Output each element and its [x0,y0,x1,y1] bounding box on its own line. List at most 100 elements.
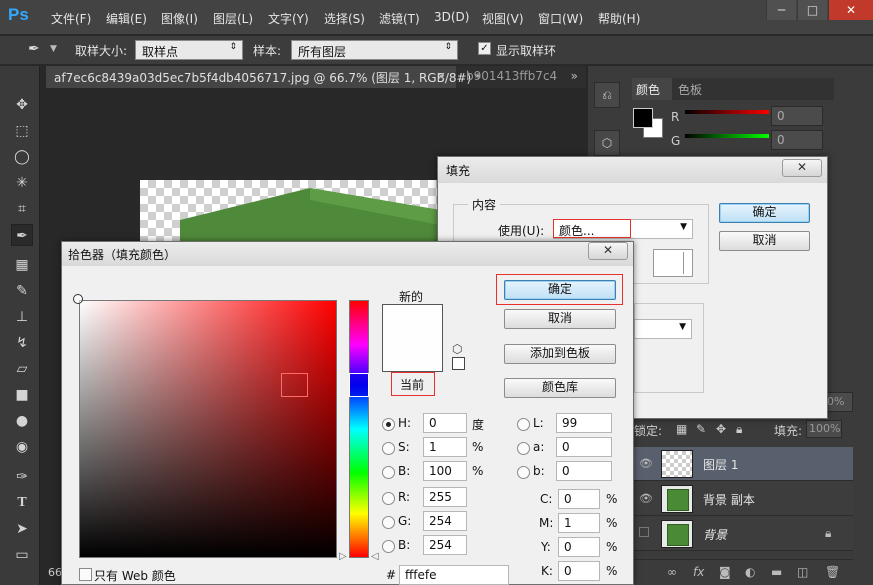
fill-ok-button[interactable]: 确定 [719,203,810,223]
saturation-input[interactable]: 1 [423,437,467,457]
black-input[interactable]: 0 [558,561,600,581]
shape-tool-icon[interactable]: ▭ [11,544,33,566]
eraser-tool-icon[interactable]: ▱ [11,358,33,380]
close-window-button[interactable]: ✕ [828,0,873,20]
sample-select[interactable]: 所有图层 ⇕ [291,40,458,60]
eyedropper-tool-icon[interactable]: ✒ [11,224,33,246]
hex-input[interactable]: fffefe [399,565,509,585]
trash-icon[interactable]: 🗑︎ [825,565,840,579]
slider-g[interactable] [685,134,769,138]
radio-lab-b[interactable] [517,466,530,479]
radio-lab-a[interactable] [517,442,530,455]
fill-cancel-button[interactable]: 取消 [719,231,810,251]
show-ring-checkbox[interactable]: ✓ [478,42,491,55]
sample-size-select[interactable]: 取样点 ⇕ [135,40,243,60]
lock-position-icon[interactable]: ✥ [716,422,726,436]
brush-tool-icon[interactable]: ✎ [11,280,33,302]
maximize-button[interactable]: □ [797,0,827,20]
group-icon[interactable]: ▬ [771,565,782,579]
cyan-input[interactable]: 0 [558,489,600,509]
hue-slider-right-arrow-icon[interactable]: ◁ [371,551,379,562]
foreground-color-swatch[interactable] [633,108,653,128]
color-libraries-button[interactable]: 颜色库 [504,378,616,398]
green-input[interactable]: 254 [423,511,467,531]
fx-icon[interactable]: fx [693,565,704,579]
tab-active-document[interactable]: af7ec6c8439a03d5ec7b5f4db4056717.jpg @ 6… [46,66,481,88]
blue-input[interactable]: 254 [423,535,467,555]
color-field-cursor[interactable] [73,294,83,304]
tab-swatches[interactable]: 色板 [674,78,714,100]
radio-hue[interactable] [382,418,395,431]
radio-lightness[interactable] [517,418,530,431]
adjustment-icon[interactable]: ◐ [745,565,755,579]
menu-image[interactable]: 图像(I) [161,10,198,27]
layer-row[interactable]: 👁︎ 背景 副本 [633,482,853,516]
stamp-tool-icon[interactable]: ⊥ [11,306,33,328]
radio-red[interactable] [382,492,395,505]
lab-b-input[interactable]: 0 [556,461,612,481]
type-tool-icon[interactable]: T [11,492,33,514]
blur-tool-icon[interactable]: ● [11,410,33,432]
web-only-checkbox[interactable] [79,568,92,581]
eye-icon[interactable]: 👁︎ [639,492,653,505]
eye-icon[interactable]: 👁︎ [639,457,653,470]
tab-second-document[interactable]: b901413ffb7c4 » [458,66,586,88]
minimize-button[interactable]: ─ [766,0,796,20]
menu-3d[interactable]: 3D(D) [434,10,469,24]
menu-view[interactable]: 视图(V) [482,10,524,27]
history-brush-icon[interactable]: ↯ [11,332,33,354]
lasso-tool-icon[interactable]: ◯ [11,146,33,168]
radio-saturation[interactable] [382,442,395,455]
brightness-input[interactable]: 100 [423,461,467,481]
gradient-tool-icon[interactable]: ■ [11,384,33,406]
layer-row[interactable]: 👁︎ 图层 1 [633,447,853,481]
color-field[interactable] [79,300,337,558]
lock-all-icon[interactable]: 🔒︎ [736,422,742,437]
red-input[interactable]: 255 [423,487,467,507]
web-safe-swatch[interactable] [452,357,465,370]
menu-help[interactable]: 帮助(H) [598,10,640,27]
radio-blue[interactable] [382,540,395,553]
history-panel-icon[interactable]: ⎌ [594,82,620,108]
path-select-tool-icon[interactable]: ➤ [11,518,33,540]
channel-g-value[interactable]: 0 [771,130,823,150]
menu-type[interactable]: 文字(Y) [268,10,309,27]
lock-paint-icon[interactable]: ✎ [696,422,706,436]
radio-green[interactable] [382,516,395,529]
custom-pattern-swatch[interactable] [653,249,693,277]
magic-wand-tool-icon[interactable]: ✳ [11,172,33,194]
lab-a-input[interactable]: 0 [556,437,612,457]
new-layer-icon[interactable]: ◫ [797,565,808,579]
visibility-toggle[interactable] [639,527,649,537]
hue-slider[interactable] [349,300,369,558]
menu-edit[interactable]: 编辑(E) [106,10,147,27]
3d-panel-icon[interactable]: ⬡ [594,130,620,156]
pen-tool-icon[interactable]: ✑ [11,466,33,488]
menu-window[interactable]: 窗口(W) [538,10,583,27]
yellow-input[interactable]: 0 [558,537,600,557]
lightness-input[interactable]: 99 [556,413,612,433]
close-icon[interactable]: ✕ [782,159,822,177]
layer-row[interactable]: 背景 🔒︎ [633,517,853,551]
move-tool-icon[interactable]: ✥ [11,94,33,116]
menu-file[interactable]: 文件(F) [51,10,91,27]
marquee-tool-icon[interactable]: ⬚ [11,120,33,142]
healing-tool-icon[interactable]: ▦ [11,254,33,276]
close-icon[interactable]: ✕ [588,242,628,260]
hue-slider-left-arrow-icon[interactable]: ▷ [339,551,347,562]
slider-r[interactable] [685,110,769,114]
magenta-input[interactable]: 1 [558,513,600,533]
add-to-swatches-button[interactable]: 添加到色板 [504,344,616,364]
tab-color[interactable]: 颜色 [632,78,672,100]
picker-cancel-button[interactable]: 取消 [504,309,616,329]
fill-value[interactable]: 100% [806,420,842,438]
lock-transparency-icon[interactable]: ▦ [676,422,687,436]
chevron-down-icon[interactable]: ▼ [50,44,57,54]
mode-select[interactable]: ▼ [634,319,692,339]
cube-warning-icon[interactable]: ⬡ [452,342,462,356]
more-tabs-icon[interactable]: » [571,69,578,83]
close-icon[interactable]: × [436,69,446,83]
mask-icon[interactable]: ◙ [719,565,731,579]
menu-select[interactable]: 选择(S) [324,10,365,27]
channel-r-value[interactable]: 0 [771,106,823,126]
